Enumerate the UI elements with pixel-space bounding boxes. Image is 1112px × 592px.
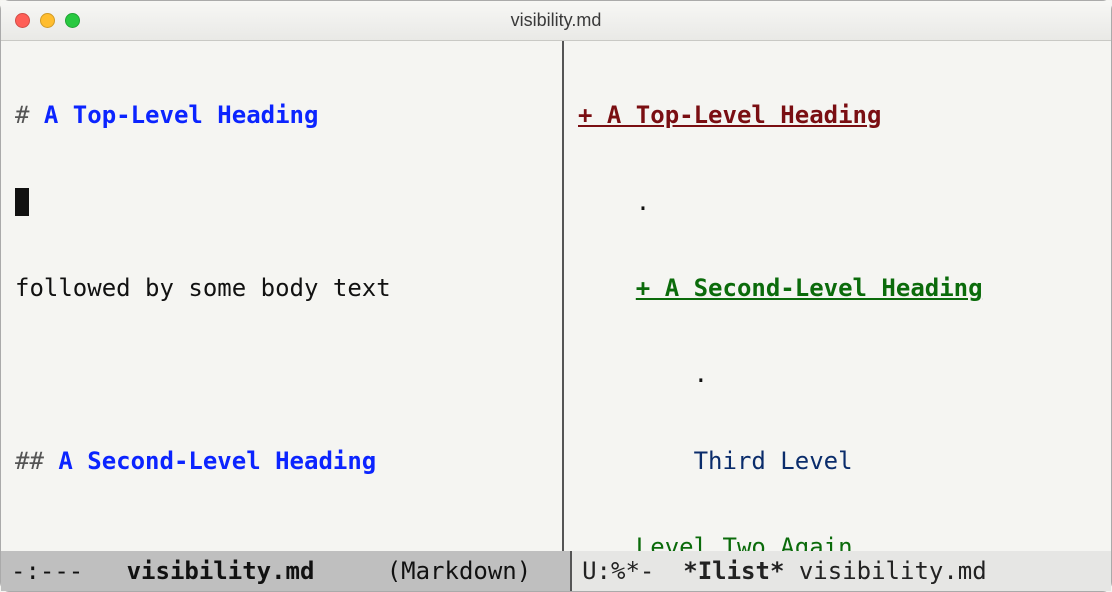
markdown-buffer[interactable]: # A Top-Level Heading followed by some b… — [1, 41, 562, 551]
ilist-h2[interactable]: + A Second-Level Heading — [578, 267, 1095, 310]
zoom-icon[interactable] — [65, 13, 80, 28]
editor-panes: # A Top-Level Heading followed by some b… — [1, 41, 1111, 551]
indent — [578, 533, 636, 551]
modeline-major-mode: (Markdown) — [343, 557, 560, 585]
modeline-status: -:--- — [11, 557, 98, 585]
markdown-hash: ## — [15, 447, 58, 475]
markdown-hash: # — [15, 101, 44, 129]
modeline-left[interactable]: -:--- visibility.md (Markdown) — [1, 551, 572, 591]
cursor-line — [15, 181, 546, 224]
dot-icon: . — [636, 188, 650, 216]
ilist-l2-text: Level Two Again — [636, 533, 853, 551]
window-title: visibility.md — [1, 10, 1111, 31]
ilist-l2[interactable]: Level Two Again — [578, 526, 1095, 551]
minimize-icon[interactable] — [40, 13, 55, 28]
modeline-status: U:%*- — [582, 557, 683, 585]
blank-line — [15, 353, 546, 396]
ilist-h1[interactable]: + A Top-Level Heading — [578, 94, 1095, 137]
dot-icon: . — [694, 360, 708, 388]
window-controls — [15, 13, 80, 28]
modeline-right[interactable]: U:%*- *Ilist* visibility.md — [572, 551, 1111, 591]
indent — [578, 447, 694, 475]
left-pane[interactable]: # A Top-Level Heading followed by some b… — [1, 41, 564, 551]
modeline-buffer-name: *Ilist* — [683, 557, 784, 585]
heading-1-text: A Top-Level Heading — [44, 101, 319, 129]
heading-2-line: ## A Second-Level Heading — [15, 440, 546, 483]
modeline-file-name: visibility.md — [784, 557, 1001, 585]
ilist-buffer[interactable]: + A Top-Level Heading . + A Second-Level… — [564, 41, 1111, 551]
modeline-buffer-name: visibility.md — [98, 557, 344, 585]
blank-line — [15, 526, 546, 551]
heading-2-text: A Second-Level Heading — [58, 447, 376, 475]
ilist-h1-text: + A Top-Level Heading — [578, 101, 881, 129]
ilist-h3[interactable]: Third Level — [578, 440, 1095, 483]
indent — [578, 188, 636, 216]
ilist-dot-row: . — [578, 181, 1095, 224]
heading-1-line: # A Top-Level Heading — [15, 94, 546, 137]
indent — [578, 274, 636, 302]
ilist-h2-text: + A Second-Level Heading — [636, 274, 983, 302]
modelines: -:--- visibility.md (Markdown) U:%*- *Il… — [1, 551, 1111, 591]
ilist-h3-text: Third Level — [694, 447, 853, 475]
titlebar: visibility.md — [1, 1, 1111, 41]
text-cursor-icon — [15, 188, 29, 216]
right-pane[interactable]: + A Top-Level Heading . + A Second-Level… — [564, 41, 1111, 551]
close-icon[interactable] — [15, 13, 30, 28]
ilist-dot-row: . — [578, 353, 1095, 396]
indent — [578, 360, 694, 388]
body-text-1: followed by some body text — [15, 267, 546, 310]
